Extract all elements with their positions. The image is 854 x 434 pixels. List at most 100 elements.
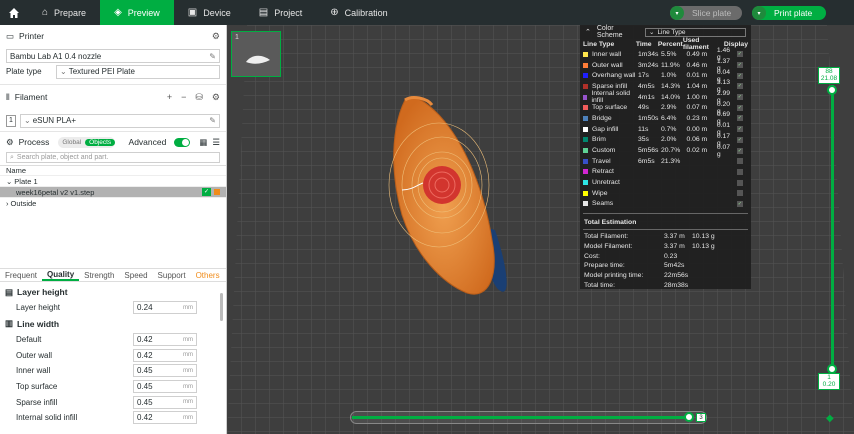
line-percent: 20.7% [660,147,681,155]
display-checkbox[interactable]: ✓ [736,147,743,154]
legend-rows: Inner wall 1m34s 5.5% 0.49 m 1.46 g ✓ Outer wa… [580,47,751,209]
line-time: 4m1s [638,93,655,101]
edit-icon[interactable]: ✎ [209,52,216,61]
tab-strength[interactable]: Strength [79,269,119,281]
layer-height-icon: ▤ [5,286,14,297]
compare-icon[interactable]: ▦ [199,137,207,148]
tab-others[interactable]: Others [191,269,225,281]
layers-icon[interactable]: ◆ [826,413,834,424]
layer-slider-top-label[interactable]: 88 21.08 [818,67,840,84]
tab-frequent[interactable]: Frequent [0,269,42,281]
tab-prepare[interactable]: ⌂ Prepare [28,0,100,25]
sync-icon[interactable]: ⛁ [195,92,203,103]
display-checkbox[interactable]: ✓ [736,51,743,58]
line-type-name: Outer wall [592,61,623,69]
object-row[interactable]: week16petal v2 v1.step ✓ [0,187,226,198]
home-icon[interactable] [0,0,28,25]
edit-icon[interactable]: ✎ [209,116,216,125]
plate-type-select[interactable]: ⌄ Textured PEI Plate [56,64,220,79]
filament-icon: ⦀ [6,91,10,102]
filament-name: eSUN PLA+ [32,116,77,125]
display-checkbox[interactable]: ✓ [736,62,743,69]
name-column-header: Name [0,165,226,176]
display-checkbox[interactable]: ✓ [736,136,743,143]
display-checkbox[interactable]: ✓ [736,104,743,111]
paint-icon[interactable] [214,189,220,195]
param-input[interactable]: 0.42 mm [133,333,197,347]
line-type-select[interactable]: ⌄ Line Type [644,27,746,37]
layer-slider-track[interactable] [831,85,834,373]
printer-select[interactable]: Bambu Lab A1 0.4 nozzle ✎ [6,49,220,63]
tab-speed[interactable]: Speed [119,269,152,281]
plate-row[interactable]: ⌄ Plate 1 [0,176,226,187]
legend-swatch [583,201,588,207]
bottom-layer-number: 1 [827,374,831,381]
global-objects-toggle[interactable]: Global Objects [58,136,116,148]
chevron-right-icon[interactable]: › [6,199,9,208]
layer-slider-bottom-label[interactable]: 1 0.20 [818,373,840,390]
display-checkbox[interactable]: ✓ [736,200,743,207]
display-checkbox[interactable]: ✓ [736,115,743,122]
prepare-icon: ⌂ [42,7,49,18]
display-checkbox[interactable] [736,190,743,197]
display-checkbox[interactable]: ✓ [736,94,743,101]
move-slider-track[interactable] [352,416,690,419]
display-checkbox[interactable] [736,158,743,165]
tab-project[interactable]: ▤ Project [245,0,316,25]
print-plate-button[interactable]: ▾ Print plate [752,6,826,20]
param-input[interactable]: 0.42 mm [133,411,197,425]
chevron-down-icon[interactable]: ⌄ [6,177,12,186]
param-input[interactable]: 0.45 mm [133,395,197,409]
param-label: Sparse infill [16,397,58,407]
advanced-switch[interactable] [174,137,191,147]
display-checkbox[interactable] [736,179,743,186]
printer-settings-icon[interactable]: ⚙ [212,31,220,42]
filament-row: 1 ⌄ eSUN PLA+ ✎ [0,112,226,129]
line-type-name: Gap infill [592,125,619,133]
layer-slider-top-knob[interactable] [827,85,837,95]
slice-plate-button[interactable]: ▾ Slice plate [670,6,742,20]
filament-select[interactable]: ⌄ eSUN PLA+ ✎ [20,113,220,128]
print-dropdown-icon[interactable]: ▾ [752,6,766,20]
param-input[interactable]: 0.42 mm [133,348,197,362]
slice-dropdown-icon[interactable]: ▾ [670,6,684,20]
tab-support[interactable]: Support [153,269,191,281]
line-type-name: Travel [592,157,611,165]
add-icon[interactable]: + [167,92,172,103]
chevron-up-icon[interactable]: ⌃ [585,28,591,36]
estimation-row: Total Filament: 3.37 m 10.13 g [580,232,751,242]
param-default: Default 0.42 mm [0,332,220,348]
check-icon[interactable]: ✓ [202,188,211,196]
toggle-objects[interactable]: Objects [85,138,116,146]
display-checkbox[interactable] [736,168,743,175]
estimation-row: Model Filament: 3.37 m 10.13 g [580,242,751,252]
estimation-row: Cost: 0.23 [580,251,751,261]
tab-device[interactable]: ▣ Device [174,0,245,25]
tab-calibration[interactable]: ⊕ Calibration [316,0,401,25]
plate-thumbnail[interactable]: 1 [231,31,281,77]
display-checkbox[interactable]: ✓ [736,126,743,133]
param-label: Outer wall [16,350,53,360]
tab-preview[interactable]: ◈ Preview [100,0,174,25]
params-scrollbar[interactable] [220,293,223,321]
process-section-header: ⚙ Process Global Objects Advanced ▦ ☰ [0,134,226,150]
filament-slot[interactable]: 1 [6,114,16,127]
process-menu-icon[interactable]: ☰ [212,137,220,148]
outside-row[interactable]: › Outside [0,198,226,209]
tab-quality[interactable]: Quality [42,269,80,281]
filament-settings-icon[interactable]: ⚙ [212,92,220,103]
advanced-label: Advanced [128,137,167,147]
toggle-global[interactable]: Global [58,139,85,146]
3d-viewport[interactable]: 1 [227,25,854,434]
layer-height-group: ▤ Layer height [0,284,220,300]
param-input[interactable]: 0.24 mm [133,301,197,315]
param-input[interactable]: 0.45 mm [133,364,197,378]
remove-icon[interactable]: − [181,92,186,103]
param-input[interactable]: 0.45 mm [133,380,197,394]
object-search-input[interactable]: ⌕ Search plate, object and part. [6,152,220,163]
display-checkbox[interactable]: ✓ [736,72,743,79]
display-checkbox[interactable]: ✓ [736,83,743,90]
line-type-name: Custom [592,147,616,155]
line-time: 4m5s [638,82,655,90]
move-slider-knob[interactable] [684,412,694,422]
